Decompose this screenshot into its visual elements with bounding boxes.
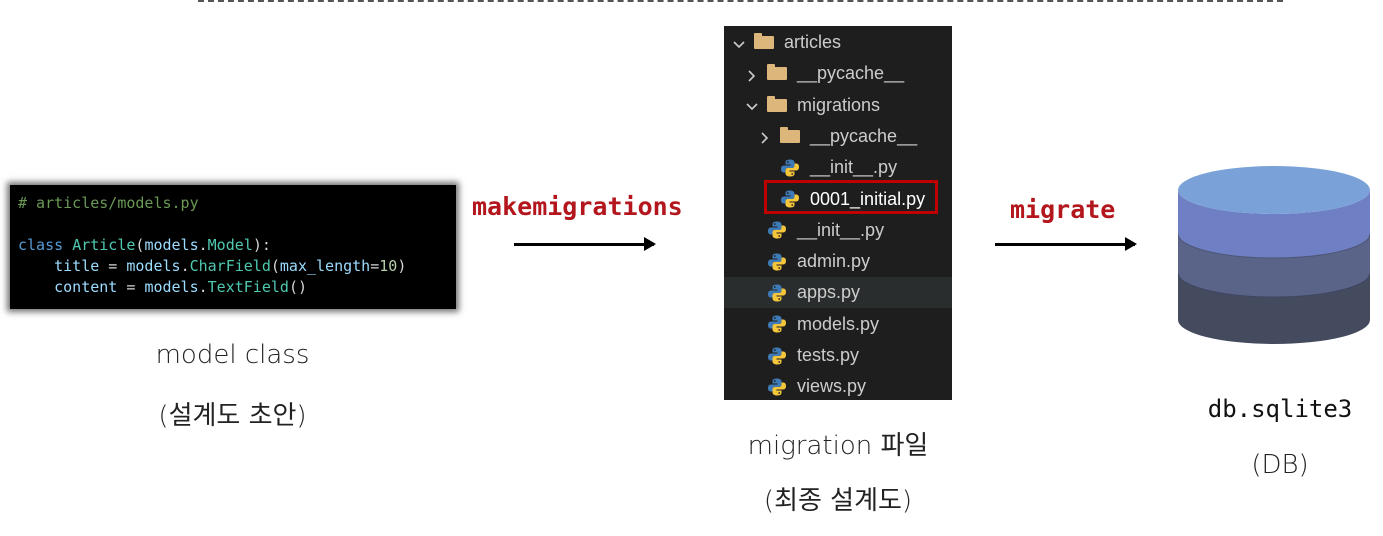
- database-icon: [1178, 166, 1370, 344]
- dashed-divider: [198, 0, 1283, 2]
- python-file-icon: [767, 314, 787, 334]
- code-token: max_length: [279, 257, 371, 275]
- tree-item-label: models.py: [797, 313, 880, 334]
- code-token: ): [397, 257, 407, 275]
- tree-item-label: views.py: [797, 376, 867, 397]
- migration-caption: migration 파일: [747, 431, 929, 461]
- code-token: TextField: [207, 278, 289, 296]
- tree-item-label: __init__.py: [810, 157, 898, 178]
- tree-item-label: __pycache__: [797, 63, 905, 84]
- tree-item-label: tests.py: [797, 345, 860, 365]
- code-line-title: title = models.CharField(max_length=10): [18, 256, 456, 277]
- code-token: =: [370, 257, 380, 275]
- db-caption: db.sqlite3: [1207, 395, 1353, 423]
- code-token: models: [126, 257, 181, 275]
- tree-file-item[interactable]: tests.py: [724, 340, 952, 371]
- tree-item-label: articles: [784, 32, 842, 52]
- python-file-icon: [767, 220, 787, 240]
- code-token: 10: [379, 257, 398, 275]
- tree-folder-item[interactable]: migrations: [724, 90, 952, 121]
- tree-file-item[interactable]: admin.py: [724, 246, 952, 277]
- code-token: class: [18, 236, 73, 254]
- chevron-down-icon[interactable]: [732, 36, 746, 50]
- tree-file-item[interactable]: __init__.py: [724, 152, 952, 183]
- selected-migration-highlight: [764, 180, 938, 214]
- code-token: models: [144, 278, 199, 296]
- tree-item-label: admin.py: [797, 251, 871, 272]
- code-token: Article: [72, 236, 136, 254]
- folder-icon: [754, 33, 774, 49]
- tree-item-label: __init__.py: [797, 219, 885, 240]
- chevron-down-icon[interactable]: [745, 98, 759, 112]
- tree-folder-item[interactable]: __pycache__: [724, 58, 952, 89]
- migration-subcaption: (최종 설계도): [763, 486, 913, 516]
- tree-file-item[interactable]: views.py: [724, 371, 952, 402]
- makemigrations-arrow: [514, 237, 656, 251]
- db-lid: [1178, 166, 1370, 214]
- code-snippet: # articles/models.py class Article(model…: [10, 185, 456, 309]
- code-token: .: [198, 278, 208, 296]
- tree-item-label: migrations: [797, 94, 881, 115]
- db-subcaption: (DB): [1251, 450, 1309, 480]
- python-file-icon: [780, 158, 800, 178]
- tree-item-label: apps.py: [797, 282, 861, 303]
- tree-item-label: __pycache__: [810, 125, 918, 146]
- migrate-arrow: [995, 237, 1137, 251]
- tree-file-item[interactable]: apps.py: [724, 277, 952, 309]
- code-token: (: [270, 257, 280, 275]
- code-token: .: [180, 257, 190, 275]
- python-file-icon: [767, 252, 787, 272]
- code-token: (): [288, 278, 307, 296]
- code-token: .: [198, 236, 208, 254]
- python-file-icon: [767, 283, 787, 303]
- python-file-icon: [767, 377, 787, 397]
- code-line-class: class Article(models.Model):: [18, 235, 456, 256]
- code-token: =: [99, 257, 127, 275]
- chevron-right-icon[interactable]: [745, 67, 759, 82]
- folder-icon: [780, 126, 800, 143]
- chevron-right-icon[interactable]: [758, 129, 772, 144]
- tree-file-item[interactable]: __init__.py: [724, 215, 952, 246]
- tree-folder-item[interactable]: articles: [724, 27, 952, 58]
- code-token: content: [18, 278, 118, 296]
- code-token: Model: [207, 236, 253, 254]
- code-token: title: [18, 257, 100, 275]
- makemigrations-label: makemigrations: [472, 192, 683, 221]
- model-subcaption: (설계도 초안): [158, 401, 307, 431]
- python-file-icon: [767, 346, 787, 366]
- folder-icon: [767, 64, 787, 81]
- code-line-content: content = models.TextField(): [18, 277, 456, 298]
- tree-file-item[interactable]: models.py: [724, 309, 952, 340]
- code-token: CharField: [189, 257, 271, 275]
- code-token: models: [144, 236, 199, 254]
- code-comment: # articles/models.py: [18, 194, 199, 212]
- tree-folder-item[interactable]: __pycache__: [724, 121, 952, 152]
- folder-icon: [767, 95, 787, 112]
- code-token: ):: [252, 236, 271, 254]
- model-caption: model class: [155, 340, 310, 370]
- migrate-label: migrate: [1010, 195, 1116, 224]
- code-token: =: [117, 278, 145, 296]
